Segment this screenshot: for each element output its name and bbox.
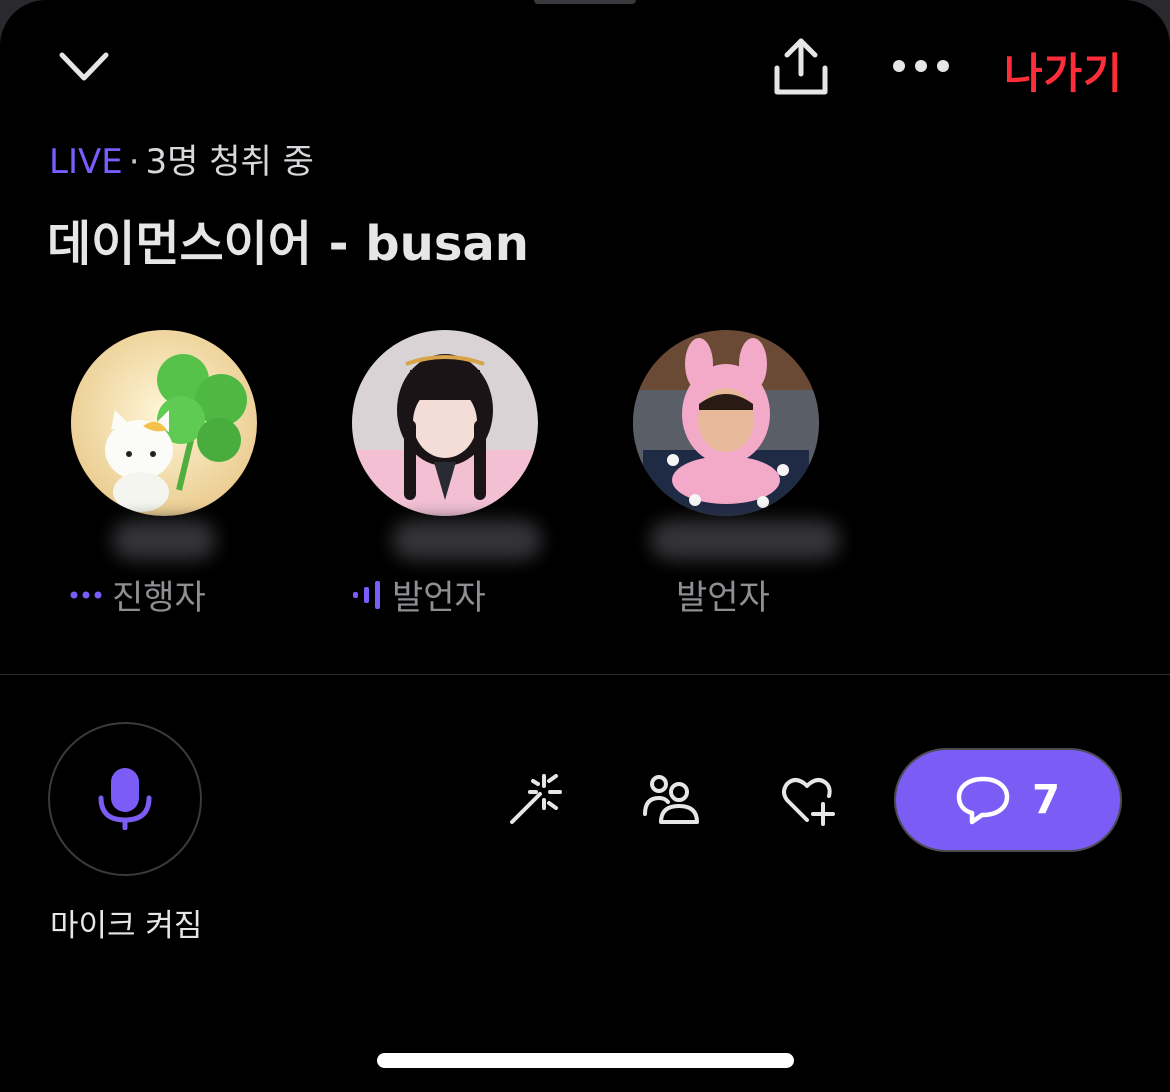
sheet-grabber[interactable] xyxy=(534,0,636,4)
avatar xyxy=(633,330,819,516)
participant-host[interactable] xyxy=(71,330,257,516)
room-status: LIVE · 3명 청취 중 xyxy=(49,134,314,183)
speaking-bars-icon xyxy=(352,580,382,610)
listener-count: 3명 청취 중 xyxy=(145,142,314,182)
heart-plus-icon[interactable] xyxy=(778,770,838,830)
mic-toggle-button[interactable] xyxy=(48,722,202,876)
live-room-sheet: 나가기 LIVE · 3명 청취 중 데이먼스이어 - busan 진행자 발언… xyxy=(0,0,1170,1092)
leave-button[interactable]: 나가기 xyxy=(1004,40,1123,101)
chat-count: 7 xyxy=(1032,777,1060,823)
participant-name-redacted xyxy=(650,520,840,560)
avatar xyxy=(71,330,257,516)
avatar xyxy=(352,330,538,516)
microphone-icon xyxy=(98,768,152,830)
participant-speaker-2[interactable] xyxy=(633,330,819,516)
role-label: 발언자 xyxy=(392,578,486,618)
chat-button[interactable]: 7 xyxy=(894,748,1122,852)
home-indicator[interactable] xyxy=(377,1053,794,1068)
participant-name-redacted xyxy=(112,520,216,560)
room-title: 데이먼스이어 - busan xyxy=(47,216,529,272)
magic-wand-icon[interactable] xyxy=(504,770,564,830)
participant-role: 진행자 xyxy=(70,570,206,619)
participant-role: 발언자 xyxy=(676,570,770,619)
chat-bubble-icon xyxy=(956,776,1010,825)
typing-dots-icon xyxy=(70,591,102,599)
participant-role: 발언자 xyxy=(352,570,486,619)
mic-status-label: 마이크 켜짐 xyxy=(50,908,203,944)
share-icon[interactable] xyxy=(768,34,834,98)
separator-dot: · xyxy=(128,142,140,182)
live-badge: LIVE xyxy=(49,142,123,182)
role-label: 발언자 xyxy=(676,578,770,618)
participants-icon[interactable] xyxy=(640,770,700,830)
participant-speaker-1[interactable] xyxy=(352,330,538,516)
collapse-chevron-icon[interactable] xyxy=(54,40,114,94)
role-label: 진행자 xyxy=(112,578,206,618)
more-options-icon[interactable] xyxy=(888,44,954,88)
divider xyxy=(0,674,1170,675)
participant-name-redacted xyxy=(392,520,542,560)
